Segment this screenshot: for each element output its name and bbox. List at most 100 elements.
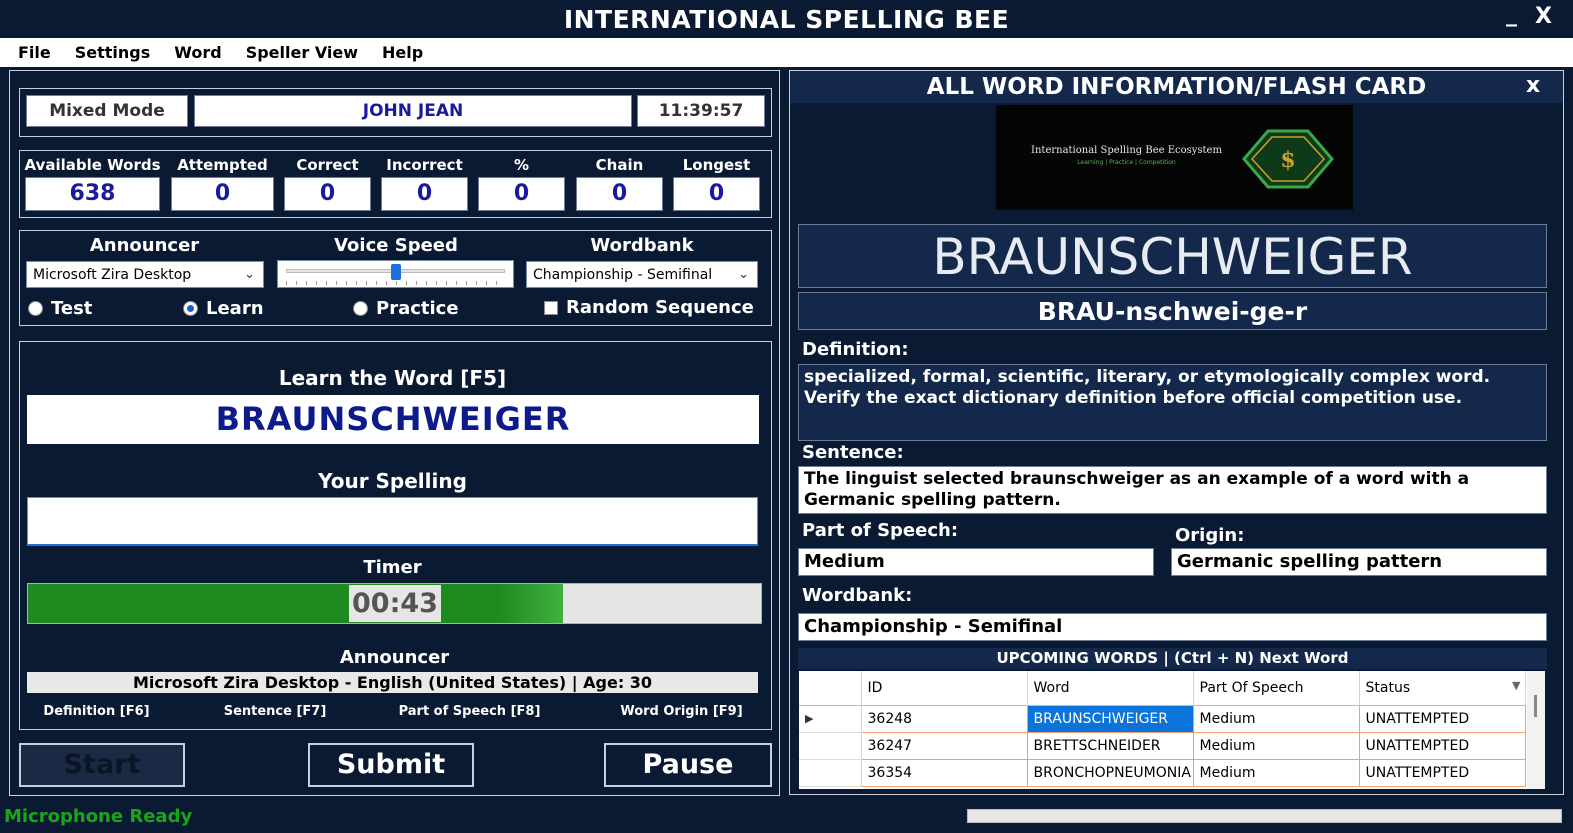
close-button[interactable]: X (1535, 4, 1552, 29)
announcer-select-value: Microsoft Zira Desktop (33, 266, 192, 283)
upcoming-words-grid: ID Word Part Of Speech Status ▼ ▶ 36248 … (799, 671, 1545, 789)
stat-label-available: Available Words (24, 156, 161, 174)
cell-pos[interactable]: Medium (1192, 758, 1360, 787)
ecosystem-logo: International Spelling Bee Ecosystem Lea… (996, 105, 1353, 210)
radio-dot (28, 301, 43, 316)
submit-button[interactable]: Submit (308, 743, 474, 787)
stat-label-chain: Chain (595, 156, 644, 174)
stat-label-percent: % (513, 156, 530, 174)
hint-sentence-link[interactable]: Sentence [F7] (205, 704, 345, 719)
menu-bar: File Settings Word Speller View Help (0, 38, 1573, 67)
col-header-part-of-speech[interactable]: Part Of Speech (1193, 671, 1360, 706)
menu-help[interactable]: Help (382, 43, 423, 62)
cell-status[interactable]: UNATTEMPTED (1358, 704, 1526, 733)
mode-radio-learn[interactable]: Learn (183, 298, 264, 319)
title-bar: INTERNATIONAL SPELLING BEE _ X (0, 0, 1573, 38)
col-header-id[interactable]: ID (861, 671, 1028, 706)
timer-progress-fill (28, 584, 563, 623)
col-header-word[interactable]: Word (1027, 671, 1194, 706)
minimize-button[interactable]: _ (1506, 2, 1517, 27)
definition-label: Definition: (802, 339, 909, 360)
row-selector[interactable] (799, 758, 862, 787)
cell-word[interactable]: BRETTSCHNEIDER (1026, 731, 1194, 760)
flash-card-close-button[interactable]: x (1526, 73, 1540, 98)
table-row[interactable]: 36247 BRETTSCHNEIDER Medium UNATTEMPTED (799, 731, 1526, 760)
stat-longest: 0 (673, 177, 760, 211)
mode-radio-label: Practice (376, 298, 459, 319)
timer-label: Timer (363, 557, 422, 578)
slider-thumb[interactable] (391, 264, 401, 280)
learn-word-display: BRAUNSCHWEIGER (27, 395, 759, 444)
announcer-info: Microsoft Zira Desktop - English (United… (27, 672, 758, 693)
hint-part-of-speech-link[interactable]: Part of Speech [F8] (382, 704, 557, 719)
chevron-down-icon: ⌄ (738, 267, 749, 282)
hint-definition-link[interactable]: Definition [F6] (30, 704, 163, 719)
menu-file[interactable]: File (18, 43, 51, 62)
voice-speed-slider[interactable] (277, 260, 514, 288)
mode-radio-test[interactable]: Test (28, 298, 92, 319)
flash-card-header: ALL WORD INFORMATION/FLASH CARD x (790, 71, 1563, 103)
stat-chain: 0 (576, 177, 663, 211)
cell-status[interactable]: UNATTEMPTED (1358, 758, 1526, 787)
pause-button[interactable]: Pause (604, 743, 772, 787)
table-row[interactable]: ▶ 36248 BRAUNSCHWEIGER Medium UNATTEMPTE… (799, 704, 1526, 733)
logo-text: International Spelling Bee Ecosystem (1031, 145, 1222, 156)
cell-id[interactable]: 36248 (860, 704, 1028, 733)
slider-ticks (286, 281, 505, 285)
table-row[interactable]: 36354 BRONCHOPNEUMONIA Medium UNATTEMPTE… (799, 758, 1526, 787)
cell-word-selected[interactable]: BRAUNSCHWEIGER (1026, 704, 1194, 733)
your-spelling-label: Your Spelling (318, 469, 467, 493)
hexagon-emblem-icon: $ (1242, 129, 1334, 189)
cell-pos[interactable]: Medium (1192, 731, 1360, 760)
random-sequence-checkbox[interactable]: Random Sequence (544, 297, 754, 318)
definition-text: specialized, formal, scientific, literar… (798, 364, 1547, 441)
stat-label-correct: Correct (296, 156, 359, 174)
sentence-text: The linguist selected braunschweiger as … (798, 466, 1547, 514)
upcoming-words-header: UPCOMING WORDS | (Ctrl + N) Next Word (798, 648, 1547, 669)
start-button[interactable]: Start (19, 743, 185, 787)
mode-radio-label: Learn (206, 298, 264, 319)
col-header-status-label: Status (1365, 679, 1411, 696)
flash-card-title: ALL WORD INFORMATION/FLASH CARD (926, 74, 1427, 100)
wordbank-field-label: Wordbank: (802, 585, 913, 606)
cell-status[interactable]: UNATTEMPTED (1358, 731, 1526, 760)
stat-attempted: 0 (171, 177, 274, 211)
flash-card-word: BRAUNSCHWEIGER (798, 224, 1547, 288)
cell-id[interactable]: 36354 (860, 758, 1028, 787)
stat-available-words: 638 (25, 177, 160, 211)
microphone-status: Microphone Ready (4, 806, 193, 827)
hint-word-origin-link[interactable]: Word Origin [F9] (605, 704, 758, 719)
menu-word[interactable]: Word (174, 43, 221, 62)
cell-id[interactable]: 36247 (860, 731, 1028, 760)
menu-speller-view[interactable]: Speller View (246, 43, 358, 62)
announcer-label: Announcer (89, 235, 200, 256)
spelling-input[interactable] (27, 497, 758, 546)
sort-arrow-icon: ▼ (1512, 679, 1521, 692)
svg-text:$: $ (1280, 147, 1295, 173)
row-selector[interactable] (799, 731, 862, 760)
mode-radio-practice[interactable]: Practice (353, 298, 459, 319)
cell-word[interactable]: BRONCHOPNEUMONIA (1026, 758, 1194, 787)
stat-label-incorrect: Incorrect (386, 156, 463, 174)
clock: 11:39:57 (637, 95, 765, 127)
row-selector-arrow-icon[interactable]: ▶ (799, 704, 862, 733)
wordbank-select[interactable]: Championship - Semifinal ⌄ (526, 261, 758, 288)
grid-scrollbar[interactable] (1527, 671, 1545, 789)
sentence-label: Sentence: (802, 442, 904, 463)
menu-settings[interactable]: Settings (75, 43, 151, 62)
pronunciation: BRAU-nschwei-ge-r (798, 292, 1547, 330)
col-header-status[interactable]: Status ▼ (1359, 671, 1526, 706)
app-title: INTERNATIONAL SPELLING BEE (563, 5, 1010, 34)
stat-incorrect: 0 (381, 177, 468, 211)
part-of-speech-label: Part of Speech: (802, 520, 959, 541)
wordbank-select-value: Championship - Semifinal (533, 266, 713, 283)
grid-header-row: ID Word Part Of Speech Status ▼ (799, 671, 1526, 706)
grid-corner (799, 671, 862, 706)
stat-label-attempted: Attempted (177, 156, 268, 174)
announcer-select[interactable]: Microsoft Zira Desktop ⌄ (26, 261, 264, 288)
scrollbar-thumb[interactable] (1534, 695, 1537, 717)
cell-pos[interactable]: Medium (1192, 704, 1360, 733)
timer-value: 00:43 (349, 585, 441, 622)
stat-percent: 0 (478, 177, 565, 211)
wordbank-field-value: Championship - Semifinal (798, 613, 1547, 641)
